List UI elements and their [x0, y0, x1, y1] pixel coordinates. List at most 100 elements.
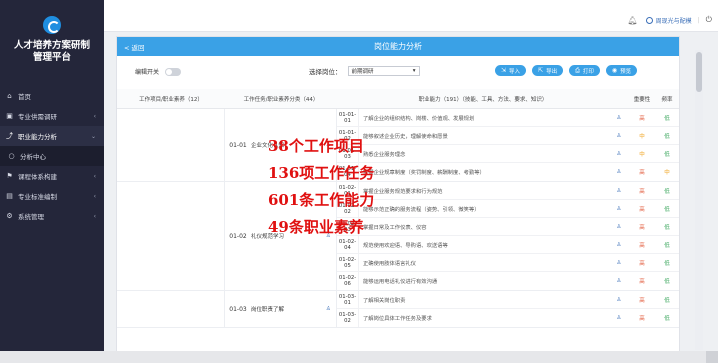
divider: |	[697, 16, 700, 24]
export-button[interactable]: ⇱ 导出	[532, 65, 564, 76]
analysis-icon: ⤴	[6, 132, 13, 140]
chevron-left-icon: ‹	[93, 212, 96, 220]
project-cell	[117, 182, 225, 290]
print-button-label: 打印	[582, 68, 594, 75]
importance-value: 高	[639, 115, 645, 122]
position-select[interactable]: 前期调研 ▾	[347, 66, 420, 76]
ability-desc: 正确使用肢体语言礼仪	[363, 260, 416, 267]
bottom-strip	[0, 351, 718, 363]
user-tag-icon[interactable]: ♙	[609, 151, 629, 157]
power-icon[interactable]: ⏻	[706, 15, 712, 25]
page-title: 岗位能力分析	[374, 42, 422, 51]
user-tag-icon[interactable]: ♙	[609, 206, 629, 212]
chevron-left-icon: ‹	[93, 112, 96, 120]
ability-rows: 01-01-01 了解企业的组织结构、岗楼、价值观、发展规划 ♙ 高 低 01-…	[337, 109, 679, 181]
back-button[interactable]: < 返回	[124, 42, 145, 52]
frequency-value: 低	[664, 297, 670, 304]
table-row: 01-01-02 能够叙述企业历史，理解使命和愿景 ♙ 中 低	[337, 127, 679, 145]
importance-value: 中	[639, 133, 645, 140]
sidebar-item-label: 专业供需调研	[18, 113, 57, 121]
toolbar: 编辑开关 选择岗位： 前期调研 ▾ ⇲ 导入 ⇱ 导出 ⎙ 打印 ◉ 预览	[117, 56, 679, 86]
table-row: 01-03-01 了解相关岗位职责 ♙ 高 低	[337, 291, 679, 309]
frequency-value: 低	[664, 115, 670, 122]
sidebar-item-label: 首页	[18, 93, 31, 101]
importance-value: 高	[639, 260, 645, 267]
task-name: 岗位职责了解	[251, 307, 285, 313]
import-button-label: 导入	[509, 68, 521, 75]
task-group: 01-01 企业文化认知 ♙ 01-01-01 了解企业的组织结构、岗楼、价值观…	[117, 109, 679, 182]
edit-switch-toggle[interactable]	[165, 67, 182, 76]
ability-rows: 01-02-01 掌握企业服务规范要求和行为规范 ♙ 高 低 01-02-02 …	[337, 182, 679, 290]
user-tag-icon[interactable]: ♙	[609, 224, 629, 230]
ability-desc: 掌握企业规章制度（奖罚制度、薪酬制度、考勤等）	[363, 170, 485, 176]
scrollbar-thumb[interactable]	[696, 52, 702, 92]
task-group: 01-02 礼仪规范学习 ♙ 01-02-01 掌握企业服务规范要求和行为规范 …	[117, 182, 679, 291]
table-row: 01-01-01 了解企业的组织结构、岗楼、价值观、发展规划 ♙ 高 低	[337, 109, 679, 127]
project-cell	[117, 291, 225, 327]
header-project: 工作项目/职业素养（12）	[139, 96, 203, 103]
app-title-line1: 人才培养方案研制	[13, 40, 90, 51]
user-tag-icon[interactable]: ♙	[326, 306, 336, 312]
bell-icon[interactable]: 🔔︎	[627, 16, 637, 25]
user-tag-icon[interactable]: ♙	[609, 188, 629, 194]
preview-icon: ◉	[611, 67, 618, 74]
task-code: 01-01	[229, 141, 247, 149]
preview-button[interactable]: ◉ 预览	[605, 65, 638, 76]
importance-value: 高	[639, 224, 645, 231]
task-group: 01-03 岗位职责了解 ♙ 01-03-01 了解相关岗位职责 ♙ 高 低 0…	[117, 291, 679, 328]
importance-value: 高	[639, 206, 645, 213]
caret-down-icon: ▾	[412, 68, 416, 74]
export-button-label: 导出	[546, 68, 558, 75]
preview-button-label: 预览	[620, 68, 632, 75]
gear-icon: ⚙	[6, 212, 13, 220]
position-select-value: 前期调研	[351, 69, 374, 75]
user-name: 周现光与配模	[655, 17, 692, 25]
table-row: 01-02-04 规范使用欢迎语、导购语、欢送语等 ♙ 高 低	[337, 236, 679, 254]
table-row: 01-03-02 了解岗位具体工作任务及要求 ♙ 高 低	[337, 309, 679, 327]
sidebar-item-system[interactable]: ⚙ 系统管理 ‹	[0, 206, 104, 226]
survey-icon: ▣	[6, 112, 13, 120]
export-icon: ⇱	[538, 67, 544, 74]
sidebar-item-ability-analysis[interactable]: ⤴ 职业能力分析 ⌄	[0, 126, 104, 146]
user-icon	[645, 16, 653, 24]
chevron-left-icon: ‹	[93, 172, 96, 180]
ability-desc: 了解企业的组织结构、岗楼、价值观、发展规划	[363, 115, 475, 122]
header-importance: 重要性	[633, 96, 651, 103]
sidebar-item-home[interactable]: ⌂ 首页	[0, 86, 104, 106]
sidebar-item-survey[interactable]: ▣ 专业供需调研 ‹	[0, 106, 104, 126]
sidebar: 人才培养方案研制 管理平台 ⌂ 首页 ▣ 专业供需调研 ‹ ⤴ 职业能力分析 ⌄…	[0, 0, 104, 363]
frequency-value: 低	[664, 224, 670, 231]
user-tag-icon[interactable]: ♙	[609, 115, 629, 121]
user-tag-icon[interactable]: ♙	[609, 260, 629, 266]
import-button[interactable]: ⇲ 导入	[495, 65, 527, 76]
user-tag-icon[interactable]: ♙	[609, 242, 629, 248]
user-tag-icon[interactable]: ♙	[609, 297, 629, 303]
importance-value: 高	[639, 170, 645, 176]
sidebar-item-analysis-center[interactable]: ○ 分析中心	[0, 146, 104, 166]
position-select-label: 选择岗位：	[309, 68, 342, 76]
vertical-scrollbar[interactable]	[695, 50, 703, 350]
table-row: 01-02-06 能够运用电话礼仪进行有效沟通 ♙ 高 低	[337, 272, 679, 290]
sidebar-item-curriculum[interactable]: ⚑ 课程体系构建 ‹	[0, 166, 104, 186]
chevron-down-icon: ⌄	[90, 132, 96, 140]
print-icon: ⎙	[575, 66, 580, 74]
ability-desc: 熟悉企业服务理念	[363, 151, 406, 158]
user-tag-icon[interactable]: ♙	[609, 133, 629, 139]
sidebar-item-standards[interactable]: ▤ 专业标准编制 ‹	[0, 186, 104, 206]
user-menu[interactable]: 周现光与配模	[645, 16, 692, 25]
ability-rows: 01-03-01 了解相关岗位职责 ♙ 高 低 01-03-02 了解岗位具体工…	[337, 291, 679, 327]
action-buttons: ⇲ 导入 ⇱ 导出 ⎙ 打印 ◉ 预览	[495, 65, 643, 76]
frequency-value: 低	[664, 260, 670, 267]
task-cell: 01-03 岗位职责了解 ♙	[225, 291, 337, 327]
print-button[interactable]: ⎙ 打印	[569, 65, 600, 76]
user-tag-icon[interactable]: ♙	[609, 315, 629, 321]
user-tag-icon[interactable]: ♙	[609, 169, 629, 175]
importance-value: 中	[639, 151, 645, 158]
ability-desc: 能够叙述企业历史，理解使命和愿景	[363, 133, 448, 140]
importance-value: 高	[639, 242, 645, 249]
topbar: 🔔︎ 周现光与配模 | ⏻	[104, 0, 718, 32]
frequency-value: 低	[664, 151, 670, 158]
edit-switch-group: 编辑开关	[135, 67, 182, 76]
user-tag-icon[interactable]: ♙	[609, 278, 629, 284]
sidebar-item-label: 分析中心	[20, 153, 46, 161]
